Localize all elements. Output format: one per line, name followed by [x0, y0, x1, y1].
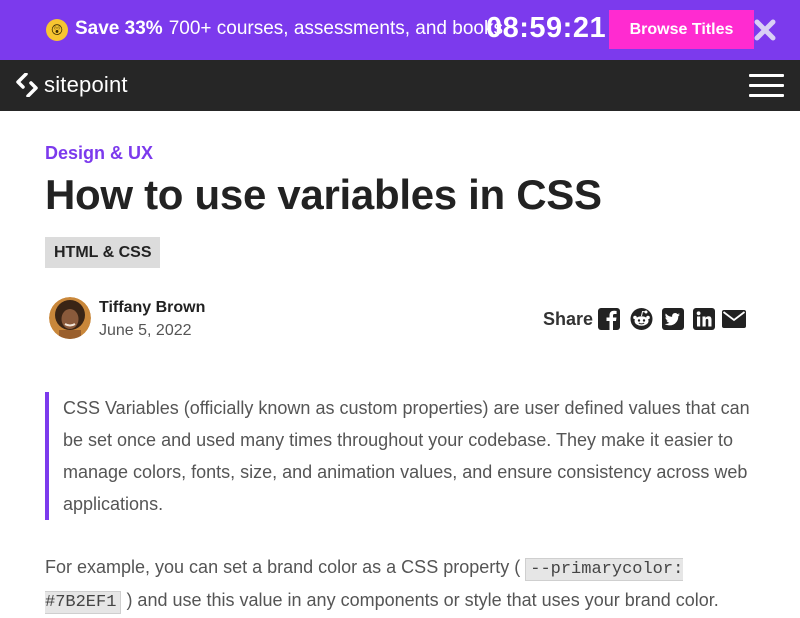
hamburger-menu-icon[interactable] [749, 74, 784, 98]
sitepoint-logo[interactable]: sitepoint [16, 72, 128, 98]
countdown-timer: 08:59:21 [486, 12, 607, 44]
category-link[interactable]: Design & UX [45, 143, 153, 164]
email-icon[interactable] [722, 308, 746, 330]
promo-highlight: Save 33% [75, 18, 163, 39]
paragraph-text-before-code: For example, you can set a brand color a… [45, 557, 521, 577]
promo-banner: 😲 Save 33% 700+ courses, assessments, and… [0, 0, 800, 60]
publish-date: June 5, 2022 [99, 322, 192, 339]
sitepoint-logo-icon [16, 73, 38, 97]
promo-description: 700+ courses, assessments, and books [168, 18, 503, 39]
promo-text: Save 33% 700+ courses, assessments, and b… [75, 18, 503, 40]
author-name[interactable]: Tiffany Brown [99, 299, 205, 317]
paragraph-text-after-code: ) and use this value in any components o… [126, 590, 719, 610]
reddit-icon[interactable] [630, 308, 653, 330]
lead-text: CSS Variables (officially known as custo… [63, 398, 750, 514]
author-avatar[interactable] [49, 297, 91, 339]
logo-text: sitepoint [44, 72, 128, 97]
article-title: How to use variables in CSS [45, 171, 602, 218]
mind-blown-emoji-icon: 😲 [46, 19, 68, 41]
facebook-icon[interactable] [598, 308, 620, 330]
share-label: Share [543, 309, 594, 329]
linkedin-icon[interactable] [693, 308, 715, 330]
close-icon[interactable] [752, 15, 778, 45]
body-paragraph: For example, you can set a brand color a… [45, 552, 760, 618]
tag-html-css[interactable]: HTML & CSS [45, 237, 161, 268]
browse-titles-button[interactable]: Browse Titles [609, 10, 754, 49]
twitter-icon[interactable] [662, 308, 684, 330]
lead-blockquote: CSS Variables (officially known as custo… [45, 392, 753, 520]
